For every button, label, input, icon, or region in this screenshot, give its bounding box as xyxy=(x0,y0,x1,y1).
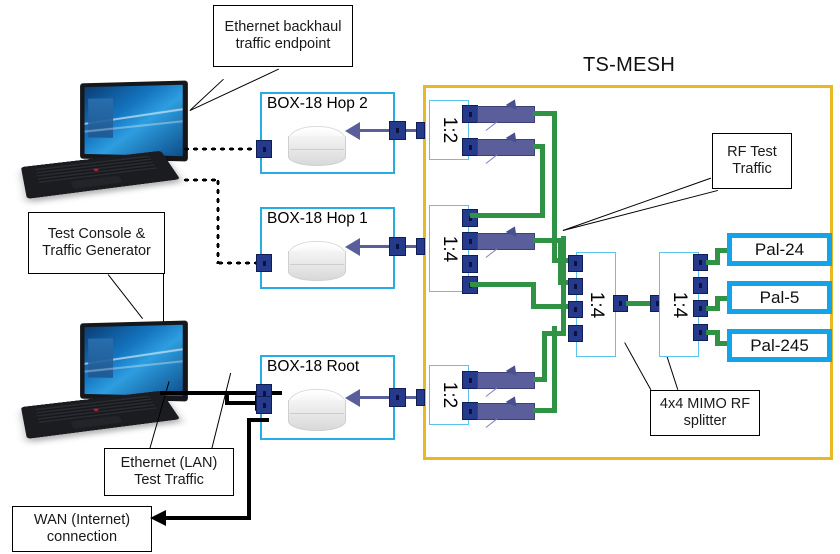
backhaul-link-hop1 xyxy=(182,178,220,182)
rf-connector xyxy=(416,122,425,139)
splitter-port xyxy=(462,232,478,250)
attenuator xyxy=(477,96,535,131)
box-18-device xyxy=(288,126,346,166)
rf-connector xyxy=(416,389,425,406)
box-hop2-label: BOX-18 Hop 2 xyxy=(267,95,368,112)
attenuator xyxy=(477,223,535,258)
box-hop1-label: BOX-18 Hop 1 xyxy=(267,210,368,227)
callout-leader xyxy=(107,274,144,320)
splitter-port xyxy=(462,371,478,389)
splitter-port xyxy=(568,301,583,318)
laptop-base xyxy=(20,390,181,439)
backhaul-link-hop2 xyxy=(182,147,260,151)
rf-cable xyxy=(561,236,566,336)
splitter-port xyxy=(462,255,478,273)
callout-leader xyxy=(163,274,165,322)
callout-wan: WAN (Internet) connection xyxy=(12,506,152,552)
pal-5-node: Pal-5 xyxy=(727,281,832,314)
laptop-lid xyxy=(80,80,188,162)
rf-arrowhead xyxy=(345,238,360,256)
rf-cable xyxy=(552,326,557,413)
callout-rf-test-traffic: RF Test Traffic xyxy=(712,133,792,189)
attenuator xyxy=(477,129,535,164)
splitter-ratio-label: 1:4 xyxy=(586,291,607,318)
rf-cable xyxy=(470,282,536,287)
pal-245-label: Pal-245 xyxy=(750,335,809,355)
pal-245-node: Pal-245 xyxy=(727,329,832,362)
rf-cable xyxy=(542,331,547,382)
splitter-port xyxy=(568,278,583,295)
splitter-port xyxy=(462,138,478,156)
laptop-bottom xyxy=(18,320,193,439)
laptop-base xyxy=(20,150,181,199)
callout-test-console: Test Console & Traffic Generator xyxy=(28,212,165,274)
splitter-port xyxy=(693,277,708,294)
splitter-ratio-label: 1:2 xyxy=(439,116,460,144)
ethernet-connector xyxy=(256,254,272,272)
rf-arrowhead xyxy=(345,122,360,140)
splitter-port xyxy=(568,255,583,272)
rf-connector xyxy=(389,121,406,140)
splitter-port xyxy=(462,209,478,227)
laptop-screen xyxy=(84,84,183,157)
callout-ethernet-backhaul: Ethernet backhaul traffic endpoint xyxy=(213,5,353,67)
attenuator xyxy=(477,362,535,397)
ethernet-connector xyxy=(256,140,272,158)
wan-cable xyxy=(165,516,251,520)
desktop-tiles xyxy=(88,98,113,139)
pal-24-node: Pal-24 xyxy=(727,233,832,266)
rf-cable xyxy=(470,213,545,218)
wan-arrowhead xyxy=(150,510,166,526)
box-root-label: BOX-18 Root xyxy=(267,358,360,375)
attenuator xyxy=(477,393,535,428)
pal-24-label: Pal-24 xyxy=(754,239,805,259)
ethernet-connector xyxy=(256,396,272,414)
rf-connector xyxy=(389,388,406,407)
box-18-device xyxy=(288,389,346,431)
callout-leader xyxy=(211,372,232,449)
splitter-port xyxy=(462,105,478,123)
splitter-ratio-label: 1:4 xyxy=(669,291,690,318)
splitter-port xyxy=(568,325,583,342)
rf-connector xyxy=(416,238,425,255)
diagram-canvas: TS-MESH Ethernet backhaul traffic endpoi… xyxy=(0,0,840,554)
splitter-ratio-label: 1:4 xyxy=(439,235,460,262)
callout-mimo-splitter: 4x4 MIMO RF splitter xyxy=(650,390,760,436)
wan-cable xyxy=(247,418,269,422)
splitter-port xyxy=(462,402,478,420)
backhaul-link-hop1 xyxy=(216,178,220,264)
box-18-device xyxy=(288,241,346,281)
laptop-lid xyxy=(80,320,188,402)
ts-mesh-title: TS-MESH xyxy=(583,54,676,76)
splitter-ratio-label: 1:2 xyxy=(439,381,460,409)
rf-arrowhead xyxy=(345,389,360,407)
rf-connector xyxy=(389,237,406,256)
rf-cable xyxy=(540,144,545,218)
callout-ethernet-lan: Ethernet (LAN) Test Traffic xyxy=(104,448,234,496)
laptop-top xyxy=(18,80,193,199)
pal-5-label: Pal-5 xyxy=(759,287,800,307)
wan-cable xyxy=(247,418,251,518)
desktop-tiles xyxy=(88,338,113,379)
